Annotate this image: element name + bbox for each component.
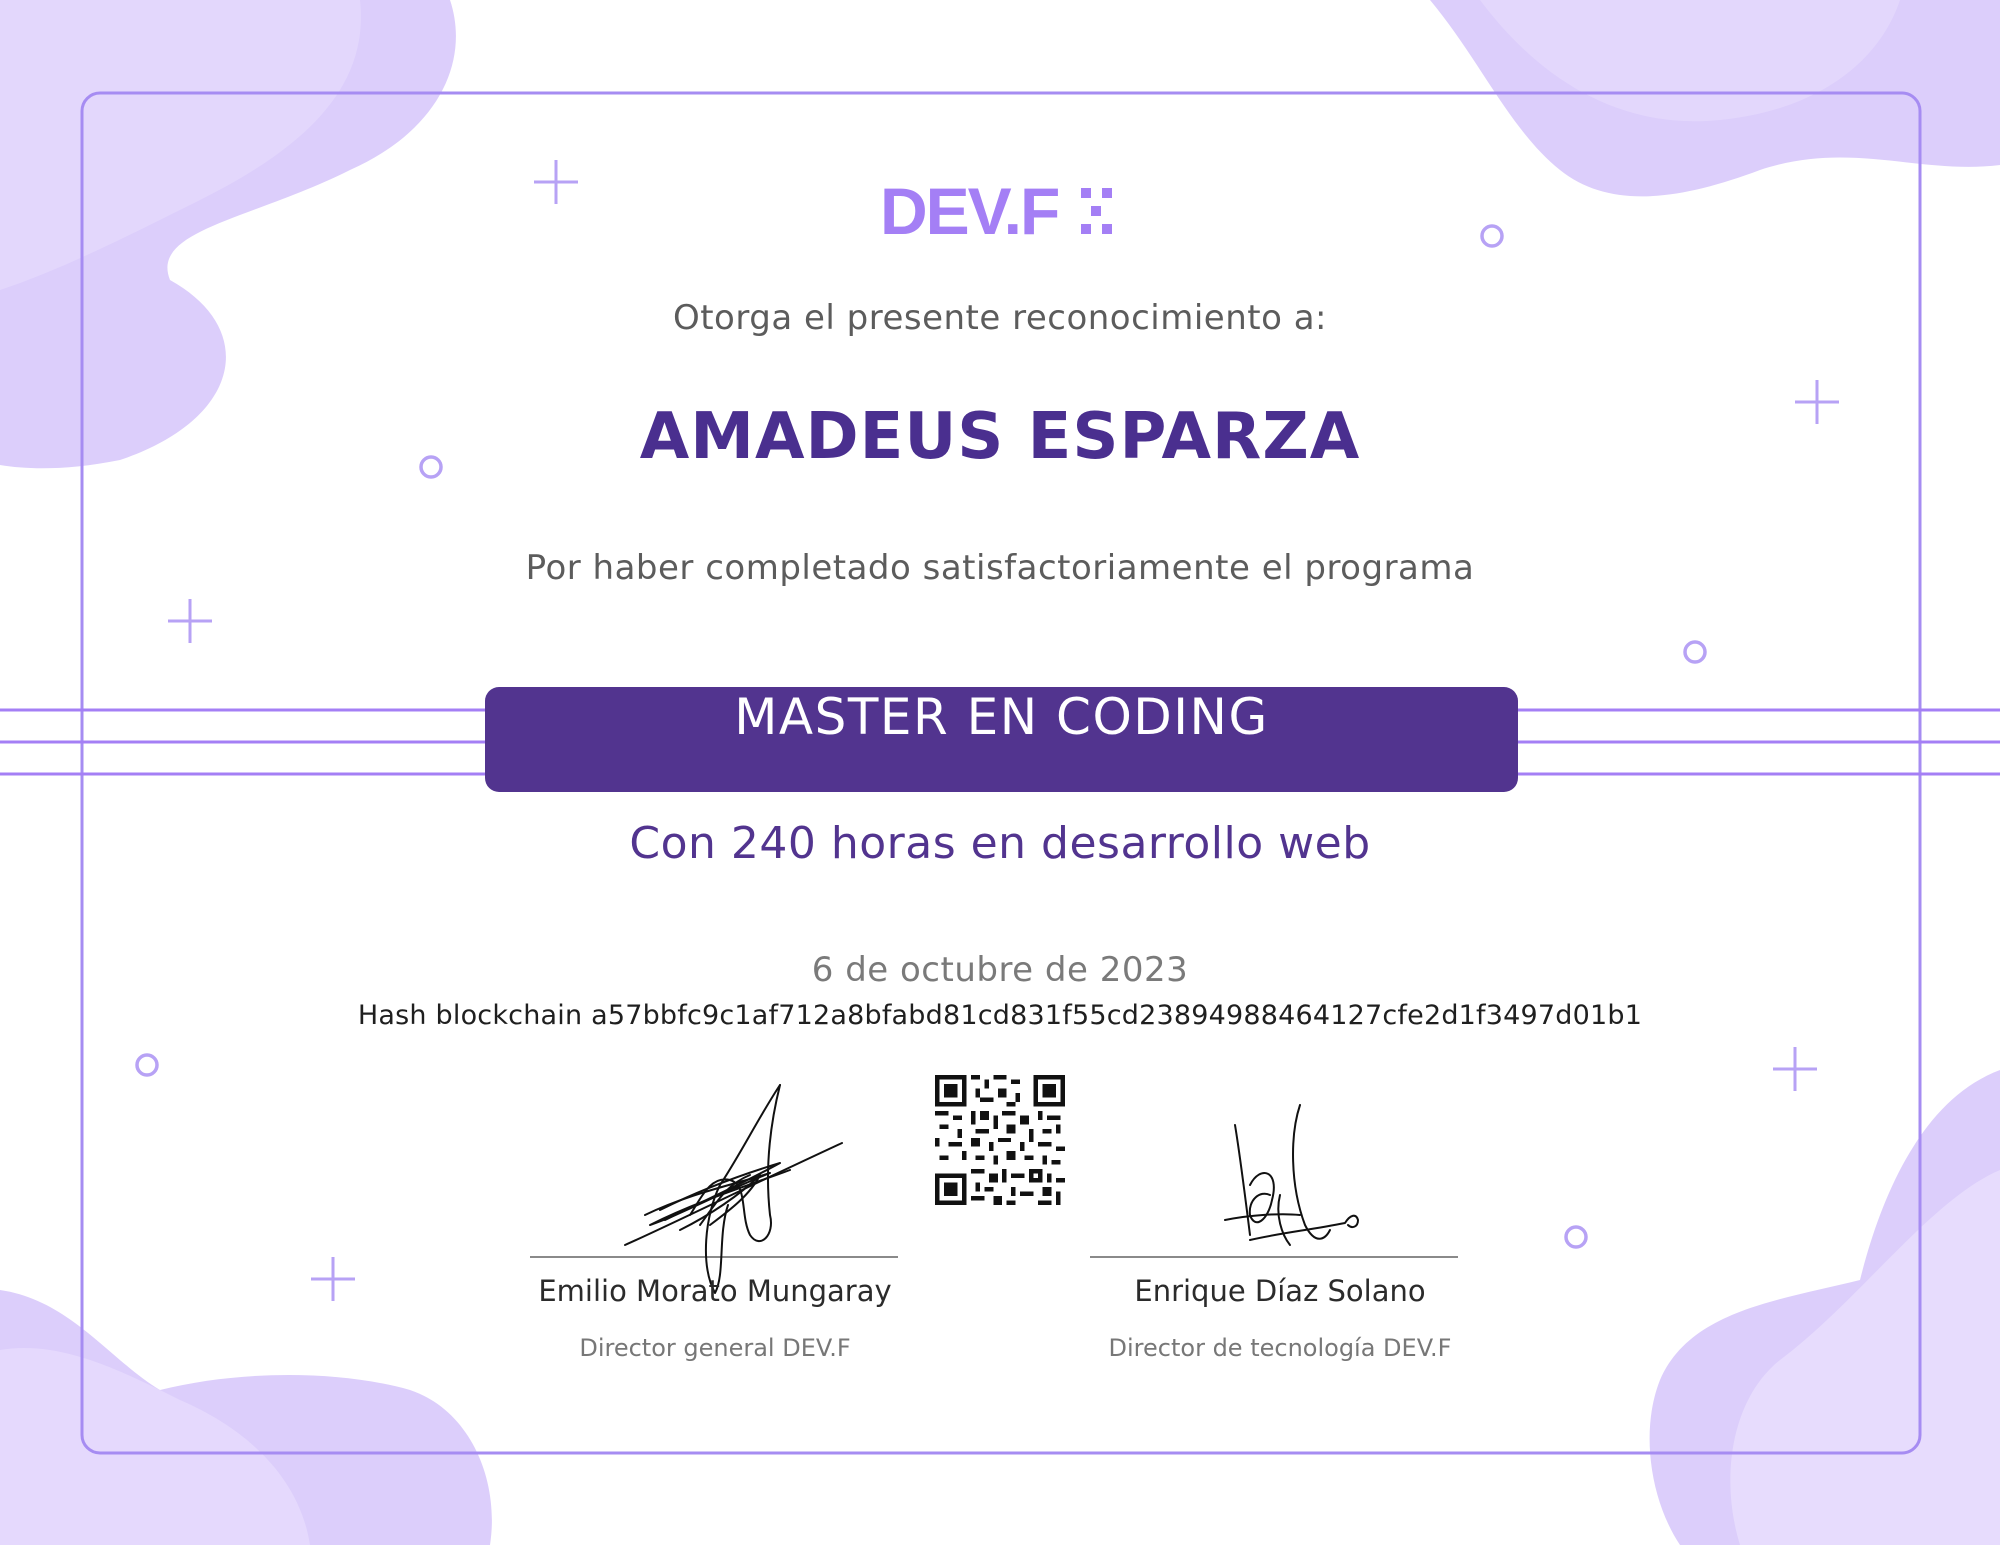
intro-text: Otorga el presente reconocimiento a: [672, 298, 1328, 338]
circle-decoration [1564, 1225, 1588, 1249]
svg-text:DEV.F: DEV.F [880, 178, 1058, 240]
certificate: DEV.F Otorga el presente reconocimiento … [0, 0, 2000, 1545]
circle-decoration [135, 1053, 159, 1077]
plus-decoration [1773, 1047, 1817, 1091]
devf-logo: DEV.F [880, 178, 1112, 240]
signatory-role-left: Director general DEV.F [579, 1334, 851, 1362]
plus-decoration [168, 599, 212, 643]
circle-decoration [1683, 640, 1707, 664]
hours-text: Con 240 horas en desarrollo web [629, 818, 1371, 869]
signature-emilio [624, 1084, 843, 1294]
qr-code[interactable] [935, 1075, 1065, 1205]
program-title: MASTER EN CODING [734, 688, 1269, 746]
circle-decoration [1480, 224, 1504, 248]
blockchain-hash: Hash blockchain a57bbfc9c1af712a8bfabd81… [357, 1000, 1643, 1031]
signatory-role-right: Director de tecnología DEV.F [1108, 1334, 1452, 1362]
signatory-name-right: Enrique Díaz Solano [1134, 1274, 1426, 1308]
reason-text: Por haber completado satisfactoriamente … [525, 548, 1475, 588]
recipient-name: AMADEUS ESPARZA [639, 400, 1361, 474]
plus-decoration [534, 160, 578, 204]
signatory-name-left: Emilio Morato Mungaray [538, 1274, 892, 1308]
signature-enrique [1224, 1104, 1359, 1246]
issue-date: 6 de octubre de 2023 [811, 950, 1189, 990]
plus-decoration [311, 1257, 355, 1301]
